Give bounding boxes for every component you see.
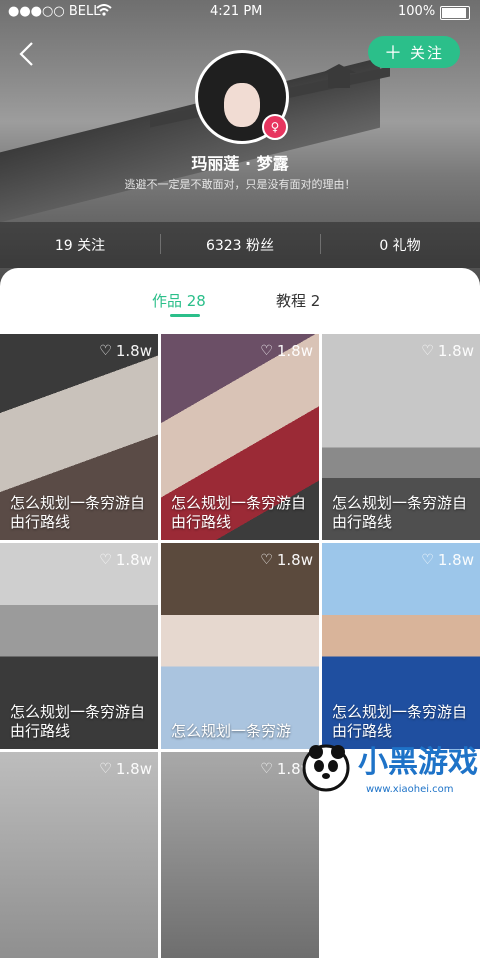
work-title: 怎么规划一条穷游 <box>171 722 292 740</box>
female-gender-icon: ♀ <box>262 114 288 140</box>
heart-icon: ♡ <box>421 552 434 568</box>
likes-count: ♡ 1.8w <box>260 342 313 360</box>
likes-count: ♡ 1.8w <box>99 342 152 360</box>
profile-stats-bar: 19 关注 6323 粉丝 0 礼物 <box>0 222 480 268</box>
followers-count[interactable]: 6323 粉丝 <box>160 222 320 268</box>
heart-icon: ♡ <box>260 343 273 359</box>
chevron-left-icon <box>19 42 33 66</box>
svg-text:小黑游戏: 小黑游戏 <box>358 745 478 780</box>
work-card[interactable]: ♡ 1.8w 怎么规划一条穷游自由行路线 <box>0 543 158 749</box>
gifts-count[interactable]: 0 礼物 <box>320 222 480 268</box>
follow-button[interactable]: ＋ 关注 <box>368 36 460 68</box>
likes-value: 1.8w <box>276 551 313 569</box>
site-watermark: 小黑游戏 www.xiaohei.com <box>296 728 480 800</box>
work-thumbnail <box>0 752 158 958</box>
heart-icon: ♡ <box>99 761 112 777</box>
work-card[interactable]: ♡ 1.8w 怎么规划一条穷游自由行路线 <box>322 334 480 540</box>
clock-time: 4:21 PM <box>210 4 263 19</box>
work-card[interactable]: ♡ 1.8w 怎么规划一条穷游 <box>161 543 319 749</box>
likes-value: 1.8w <box>115 760 152 778</box>
follow-label: 关注 <box>409 43 444 62</box>
likes-count: ♡ 1.8w <box>260 551 313 569</box>
likes-value: 1.8w <box>276 342 313 360</box>
battery-percent: 100% <box>398 4 436 19</box>
work-card[interactable]: ♡ 1.8w 怎么规划一条穷游自由行路线 <box>322 543 480 749</box>
profile-name: 玛丽莲 · 梦露 <box>191 154 289 173</box>
likes-value: 1.8w <box>437 551 474 569</box>
heart-icon: ♡ <box>260 552 273 568</box>
work-card[interactable]: ♡ 1.8w 怎么规划一条穷游自由行路线 <box>161 334 319 540</box>
likes-count: ♡ 1.8w <box>99 551 152 569</box>
work-card[interactable]: ♡ 1.8w 怎么规划一条穷游自由行路线 <box>0 334 158 540</box>
likes-value: 1.8w <box>115 342 152 360</box>
work-title: 怎么规划一条穷游自由行路线 <box>10 703 146 740</box>
likes-value: 1.8w <box>115 551 152 569</box>
likes-count: ♡ 1.8w <box>421 551 474 569</box>
content-sheet: 作品 28 教程 2 ♡ 1.8w 怎么规划一条穷游自由行路线 ♡ 1.8w 怎么规… <box>0 268 480 958</box>
profile-bio: 逃避不一定是不敢面对，只是没有面对的理由！ <box>124 178 356 191</box>
following-count[interactable]: 19 关注 <box>0 222 160 268</box>
battery-icon <box>440 6 470 20</box>
likes-count: ♡ 1.8w <box>421 342 474 360</box>
heart-icon: ♡ <box>421 343 434 359</box>
plus-icon: ＋ <box>383 43 404 64</box>
back-button[interactable] <box>14 40 42 68</box>
likes-value: 1.8w <box>437 342 474 360</box>
panda-logo-icon: 小黑游戏 www.xiaohei.com <box>302 744 478 795</box>
likes-count: ♡ 1.8w <box>99 760 152 778</box>
pier-hut <box>322 64 356 88</box>
avatar-face <box>224 83 260 127</box>
work-thumbnail <box>161 543 319 749</box>
heart-icon: ♡ <box>260 761 273 777</box>
tab-works[interactable]: 作品 28 <box>152 290 206 311</box>
content-tabs: 作品 28 教程 2 <box>0 268 480 334</box>
active-tab-indicator <box>170 314 200 317</box>
status-bar: ●●●○○ BELL 4:21 PM 100% <box>0 0 480 24</box>
svg-text:www.xiaohei.com: www.xiaohei.com <box>366 784 454 795</box>
work-title: 怎么规划一条穷游自由行路线 <box>171 494 307 531</box>
heart-icon: ♡ <box>99 552 112 568</box>
wifi-icon <box>96 4 112 20</box>
heart-icon: ♡ <box>99 343 112 359</box>
work-title: 怎么规划一条穷游自由行路线 <box>332 494 468 531</box>
work-title: 怎么规划一条穷游自由行路线 <box>10 494 146 531</box>
tab-tutorials[interactable]: 教程 2 <box>276 290 320 311</box>
carrier-label: ●●●○○ BELL <box>8 4 101 19</box>
work-card[interactable]: ♡ 1.8w <box>0 752 158 958</box>
